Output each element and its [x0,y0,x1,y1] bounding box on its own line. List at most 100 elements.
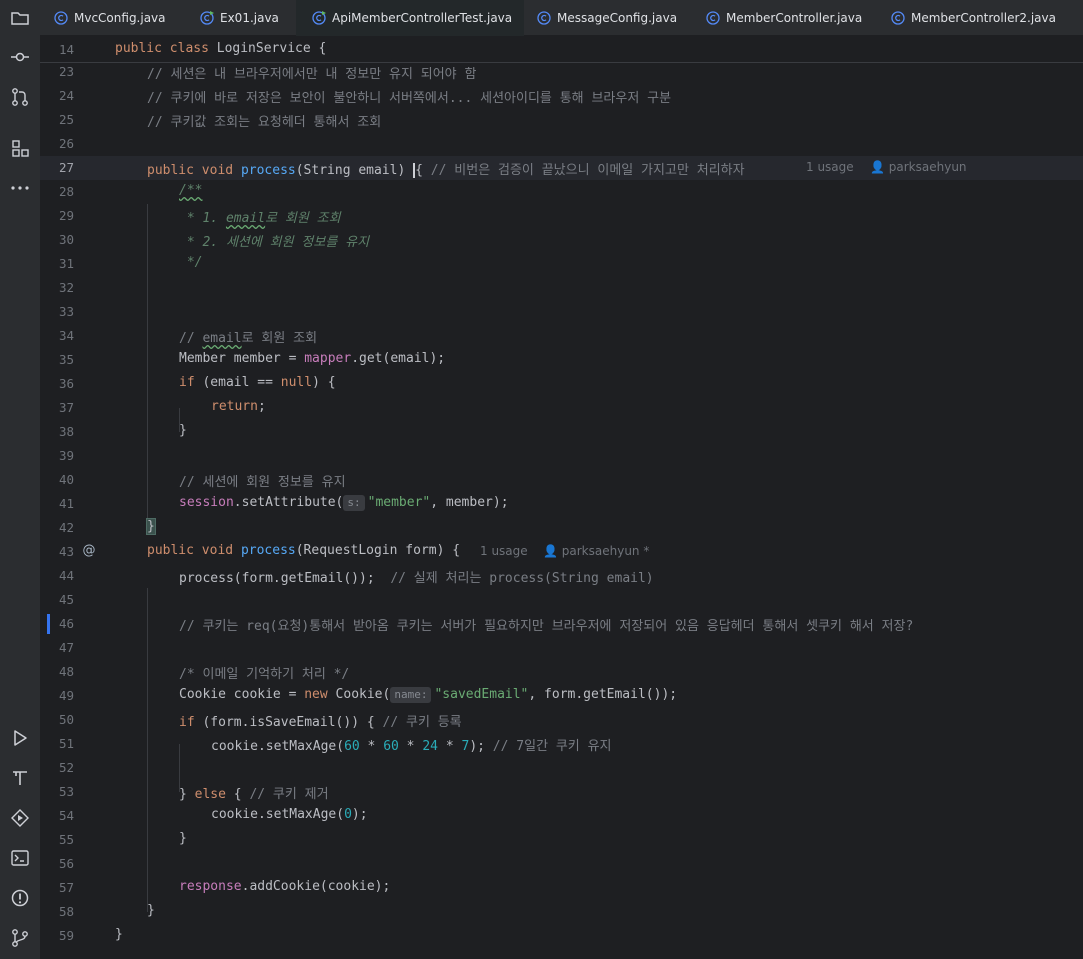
parameter-hint: s: [343,495,365,511]
code-line[interactable]: 59 } [40,924,1083,948]
problems-icon[interactable] [10,888,30,908]
code-line[interactable]: 34 // email로 회원 조회 [40,324,1083,348]
code-line[interactable]: 50 if (form.isSaveEmail()) { // 쿠키 등록 [40,708,1083,732]
code-line[interactable]: 52 [40,756,1083,780]
tab-label: MemberController2.java [911,11,1056,25]
line-number: 34 [58,328,74,343]
usages-inlay[interactable]: 1 usage [806,160,854,174]
code-line[interactable]: 53 } else { // 쿠키 제거 [40,780,1083,804]
tab-messageconfig[interactable]: MessageConfig.java [537,0,677,36]
code-line[interactable]: 55 } [40,828,1083,852]
override-marker-icon[interactable]: @ [81,543,97,559]
statement: Cookie cookie = new Cookie(name: "savedEm… [179,687,678,703]
java-main-class-icon [200,11,214,25]
tab-apimembercontrollertest[interactable]: ApiMemberControllerTest.java [296,0,524,36]
code-line[interactable]: 36 if (email == null) { [40,372,1083,396]
method-declaration: public void process(RequestLogin form) { [147,543,461,558]
structure-icon[interactable] [10,138,30,158]
statement: } else { // 쿠키 제거 [179,787,329,802]
run-icon[interactable] [10,728,30,748]
sticky-scroll-header[interactable]: 14 public class LoginService { [40,36,1083,63]
line-number: 57 [58,880,74,895]
code-line[interactable]: 31 */ [40,252,1083,276]
code-line[interactable]: 38 } [40,420,1083,444]
code-line[interactable]: 56 [40,852,1083,876]
line-number: 47 [58,640,74,655]
line-number: 49 [58,688,74,703]
code-line[interactable]: 24 // 쿠키에 바로 저장은 보안이 불안하니 서버쪽에서... 세션아이디… [40,84,1083,108]
line-number: 29 [58,208,74,223]
code-line[interactable]: 49 Cookie cookie = new Cookie(name: "save… [40,684,1083,708]
services-icon[interactable] [10,808,30,828]
line-number: 52 [58,760,74,775]
code-line[interactable]: 28 /** [40,180,1083,204]
code-line[interactable]: 29 * 1. email로 회원 조회 [40,204,1083,228]
line-number: 50 [58,712,74,727]
line-number: 26 [58,136,74,151]
statement: Member member = mapper.get(email); [179,351,446,366]
line-number: 39 [58,448,74,463]
doc-comment: * 2. 세션에 회원 정보를 유지 [179,235,370,250]
code-line[interactable]: 33 [40,300,1083,324]
author-inlay[interactable]: 👤 parksaehyun * [543,544,649,558]
line-number: 24 [58,88,74,103]
project-folder-icon[interactable] [10,8,30,28]
line-number: 53 [58,784,74,799]
code-line[interactable]: 42 } [40,516,1083,540]
code-line[interactable]: 54 cookie.setMaxAge(0); [40,804,1083,828]
code-line[interactable]: 25 // 쿠키값 조회는 요청헤더 통해서 조회 [40,108,1083,132]
java-class-icon [537,11,551,25]
code-line[interactable]: 46 // 쿠키는 req(요청)통해서 받아옴 쿠키는 서버가 필요하지만 브… [40,612,1083,636]
tab-label: ApiMemberControllerTest.java [332,11,513,25]
code-line[interactable]: 45 [40,588,1083,612]
code-line[interactable]: 40 // 세션에 회원 정보를 유지 [40,468,1083,492]
parameter-hint: name: [390,687,432,703]
java-class-icon [54,11,68,25]
java-test-class-icon [312,11,326,25]
code-line[interactable]: 39 [40,444,1083,468]
code-editor[interactable]: 23 // 세션은 내 브라우저에서만 내 정보만 유지 되어야 함 24 //… [40,36,1083,959]
code-line[interactable]: 35 Member member = mapper.get(email); [40,348,1083,372]
code-line[interactable]: 47 [40,636,1083,660]
author-inlay[interactable]: 👤 parksaehyun [870,160,967,174]
line-number: 25 [58,112,74,127]
tab-label: MvcConfig.java [74,11,166,25]
tab-label: MemberController.java [726,11,863,25]
line-number: 32 [58,280,74,295]
comment: // email로 회원 조회 [179,331,318,346]
tab-ex01[interactable]: Ex01.java [200,0,279,36]
line-number: 38 [58,424,74,439]
code-line[interactable]: 23 // 세션은 내 브라우저에서만 내 정보만 유지 되어야 함 [40,60,1083,84]
code-line[interactable]: 48 /* 이메일 기억하기 처리 */ [40,660,1083,684]
code-line[interactable]: 26 [40,132,1083,156]
terminal-icon[interactable] [10,848,30,868]
line-number: 42 [58,520,74,535]
line-number: 51 [58,736,74,751]
code-line[interactable]: 44 process(form.getEmail()); // 실제 처리는 p… [40,564,1083,588]
code-line[interactable]: 43 @ public void process(RequestLogin fo… [40,540,1083,564]
code-line[interactable]: 30 * 2. 세션에 회원 정보를 유지 [40,228,1083,252]
usages-inlay[interactable]: 1 usage [480,544,528,558]
statement: } [115,927,123,942]
tab-membercontroller2[interactable]: MemberController2.java [891,0,1056,36]
doc-comment: */ [179,255,203,270]
code-line[interactable]: 57 response.addCookie(cookie); [40,876,1083,900]
tab-membercontroller[interactable]: MemberController.java [706,0,862,36]
code-line[interactable]: 58 } [40,900,1083,924]
code-line[interactable]: 41 session.setAttribute(s: "member", memb… [40,492,1083,516]
more-icon[interactable] [10,178,30,198]
build-icon[interactable] [10,768,30,788]
tab-mvcconfig[interactable]: MvcConfig.java [54,0,166,36]
commit-icon[interactable] [10,47,30,67]
code-line[interactable]: 51 cookie.setMaxAge(60 * 60 * 24 * 7); /… [40,732,1083,756]
line-number: 31 [58,256,74,271]
code-line[interactable]: 32 [40,276,1083,300]
caret-line[interactable]: 27 public void process(String email) { /… [40,156,1083,180]
pull-request-icon[interactable] [10,87,30,107]
code-line[interactable]: 37 return; [40,396,1083,420]
tab-label: MessageConfig.java [557,11,678,25]
method-declaration: public void process(String email) { // 비… [147,163,745,178]
statement: return; [211,399,266,414]
git-icon[interactable] [10,928,30,948]
line-number: 35 [58,352,74,367]
